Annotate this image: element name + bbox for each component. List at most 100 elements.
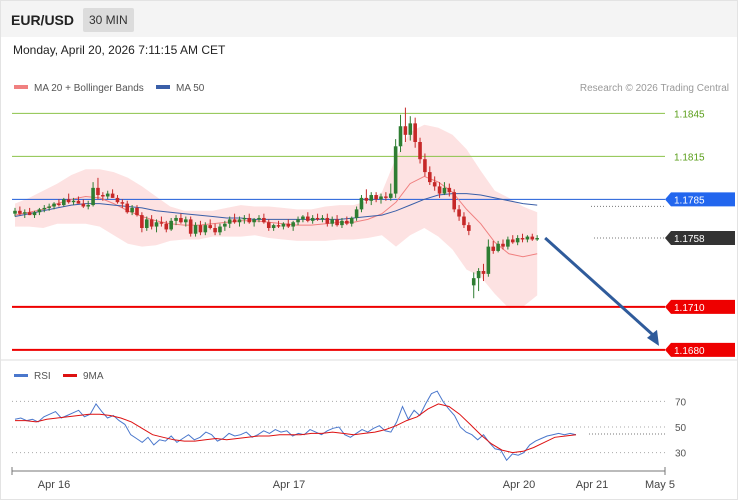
candle-body [193,225,198,234]
candle-body [354,209,359,218]
candle-body [462,216,466,226]
candle-body [96,187,100,196]
candle-body [184,219,188,223]
candle-body [447,187,452,193]
candle-body [374,195,378,200]
candle-body [340,220,344,226]
candle-body [252,219,256,223]
candle-body [476,271,481,279]
candle-body [223,223,227,227]
candle [403,107,408,142]
rsi-tick-label: 70 [675,397,687,408]
candle-body [188,219,193,234]
candle-body [369,195,374,201]
candle-body [257,217,261,220]
candle-body [37,209,42,213]
candle-body [437,186,442,194]
candle-body [413,123,417,142]
level-label: 1.1710 [674,303,705,314]
candle-body [81,203,86,207]
candle-body [115,197,120,203]
candle-body [76,200,81,204]
candle [452,189,456,213]
candle-body [418,142,422,160]
candle-body [242,217,247,220]
candle-body [22,212,27,214]
candle-body [379,196,383,200]
level-label: 1.1758 [674,234,705,245]
candle-body [286,223,291,227]
time-tick-label: May 5 [645,479,675,491]
candle-body [237,219,242,223]
candle-body [408,123,413,135]
legend-swatch-ma50 [156,85,170,89]
candle-body [18,210,22,214]
candle-body [13,210,17,214]
candle-body [159,222,164,224]
candle-body [423,159,427,173]
candle-body [42,207,47,210]
candle-body [27,212,32,216]
candle-body [442,187,447,194]
rsi-tick-label: 50 [675,423,687,434]
candle-body [227,219,232,224]
candle-body [525,236,530,240]
candle-body [393,146,398,194]
candle-body [491,246,496,251]
time-tick-label: Apr 16 [38,479,70,491]
candle-body [384,196,388,198]
candle-body [496,243,500,251]
legend-label-rsi: RSI [34,371,51,382]
candle-body [325,217,330,224]
candle-body [330,219,334,224]
level-label: 1.1680 [674,346,705,357]
candle-body [335,219,339,226]
candle-body [291,222,295,227]
legend-swatch-rsi [14,374,28,377]
time-tick-label: Apr 21 [576,479,608,491]
candle-body [364,197,369,201]
candle-body [71,200,76,203]
candle-body [232,219,237,223]
candle-body [452,192,456,210]
rsi-legend: RSI 9MA [14,371,104,382]
candle-body [296,219,300,223]
candle-body [47,206,51,208]
candle-body [120,202,125,204]
candle-body [218,226,222,233]
candle-body [271,225,276,228]
rsi-line [14,390,577,462]
candle-body [501,243,505,247]
candle-body [359,197,364,210]
candle-body [52,203,56,207]
candle-body [471,278,476,286]
candle-body [520,238,525,240]
candle-body [403,126,408,135]
time-tick-label: Apr 17 [273,479,305,491]
candle-body [125,203,130,213]
legend-swatch-ma20 [14,85,28,89]
forecast-line [544,236,656,337]
time-axis: Apr 16 Apr 17 Apr 20 Apr 21 May 5 [11,467,675,491]
legend: MA 20 + Bollinger Bands MA 50 Research ©… [14,83,729,94]
candle [476,268,481,292]
candle-body [174,217,178,221]
candle-body [130,207,134,213]
candle-body [349,217,354,224]
candle-body [432,182,437,187]
candle-body [428,172,432,183]
candle-body [135,207,139,216]
candle-body [315,217,320,220]
candle-body [457,209,461,217]
candle-body [101,195,105,197]
candle-body [535,238,539,240]
forecast-arrow [544,236,659,346]
candle-body [169,220,173,230]
candle [393,139,398,198]
candle-body [213,228,217,233]
candle-body [266,222,271,228]
candle-body [105,193,110,197]
candle-body [388,193,393,198]
legend-label-ma50: MA 50 [176,83,205,94]
candle-body [310,217,315,221]
